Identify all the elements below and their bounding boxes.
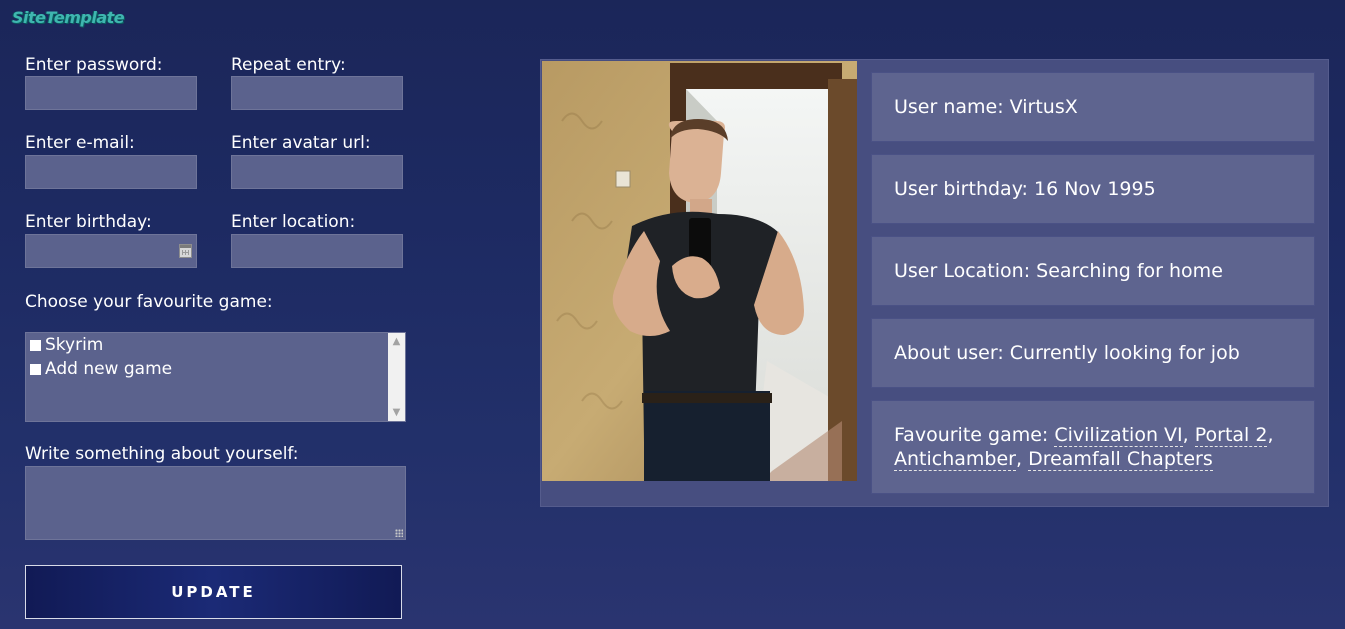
email-label: Enter e-mail:	[25, 133, 135, 153]
game-link[interactable]: Antichamber	[894, 448, 1016, 471]
scroll-up-icon[interactable]: ▲	[388, 333, 405, 350]
about-user-text: About user: Currently looking for job	[894, 342, 1240, 364]
list-item[interactable]: Add new game	[30, 359, 172, 379]
about-textarea[interactable]	[25, 466, 406, 540]
checkbox[interactable]	[30, 363, 41, 375]
list-item[interactable]: Skyrim	[30, 335, 103, 355]
user-birthday-value: 16 Nov 1995	[1034, 178, 1156, 200]
scrollbar[interactable]: ▲ ▼	[388, 333, 405, 421]
favourite-game-text: Favourite game: Civilization VI, Portal …	[894, 424, 1274, 471]
game-link[interactable]: Dreamfall Chapters	[1028, 448, 1213, 471]
favourite-game-label: Choose your favourite game:	[25, 292, 273, 312]
favourite-game-list[interactable]: Skyrim Add new game ▲ ▼	[25, 332, 406, 422]
user-birthday-card: User birthday: 16 Nov 1995	[871, 154, 1315, 224]
scroll-down-icon[interactable]: ▼	[388, 404, 405, 421]
game-link[interactable]: Portal 2	[1194, 424, 1268, 447]
avatar-url-label: Enter avatar url:	[231, 133, 371, 153]
user-location-card: User Location: Searching for home	[871, 236, 1315, 306]
checkbox[interactable]	[30, 339, 41, 351]
user-name-text: User name: VirtusX	[894, 96, 1078, 118]
game-option-label: Skyrim	[45, 335, 104, 355]
location-label: Enter location:	[231, 212, 356, 232]
game-option-label: Add new game	[45, 359, 173, 379]
birthday-field[interactable]	[25, 234, 197, 268]
password-label: Enter password:	[25, 55, 163, 75]
user-name-value: VirtusX	[1009, 96, 1078, 118]
user-location-value: Searching for home	[1036, 260, 1223, 282]
about-user-value: Currently looking for job	[1009, 342, 1240, 364]
calendar-icon[interactable]	[179, 244, 192, 258]
user-name-card: User name: VirtusX	[871, 72, 1315, 142]
game-link[interactable]: Civilization VI	[1054, 424, 1183, 447]
repeat-password-field[interactable]	[231, 76, 403, 110]
email-field[interactable]	[25, 155, 197, 189]
favourite-game-card: Favourite game: Civilization VI, Portal …	[871, 400, 1315, 494]
site-logo[interactable]: SiteTemplate	[12, 8, 125, 27]
avatar-url-field[interactable]	[231, 155, 403, 189]
resize-grip-icon[interactable]	[395, 529, 403, 537]
about-label: Write something about yourself:	[25, 444, 299, 464]
repeat-password-label: Repeat entry:	[231, 55, 346, 75]
location-field[interactable]	[231, 234, 403, 268]
avatar	[542, 61, 857, 481]
birthday-label: Enter birthday:	[25, 212, 152, 232]
update-button[interactable]: UPDATE	[25, 565, 402, 619]
password-field[interactable]	[25, 76, 197, 110]
user-location-text: User Location: Searching for home	[894, 260, 1223, 282]
about-user-card: About user: Currently looking for job	[871, 318, 1315, 388]
user-birthday-text: User birthday: 16 Nov 1995	[894, 178, 1156, 200]
